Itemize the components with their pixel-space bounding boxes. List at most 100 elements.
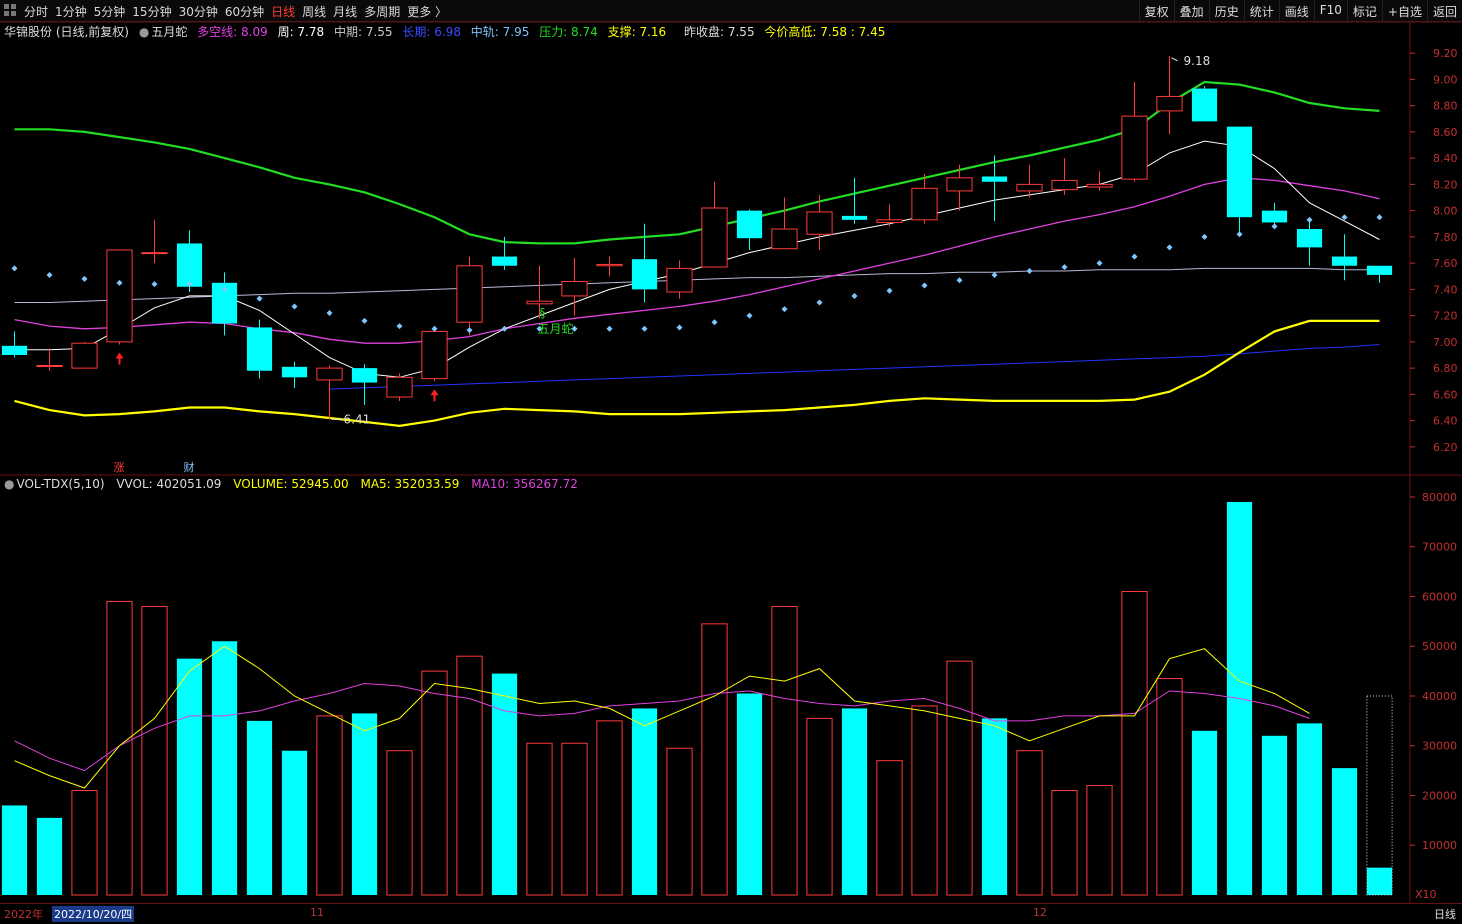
volume-bar: [141, 605, 168, 896]
price-tick-label: 6.60: [1433, 388, 1458, 401]
mark-cai-icon: 财: [184, 460, 195, 474]
price-tick-label: 6.80: [1433, 362, 1458, 375]
volume-bar: [596, 720, 623, 896]
volume-bar: [666, 747, 693, 896]
volume-tick-label: 10000: [1422, 839, 1457, 852]
volume-indicator-name[interactable]: VOL-TDX(5,10): [16, 477, 104, 491]
buy-arrow-icon: [115, 352, 124, 365]
volume-value: VOLUME: 52945.00: [233, 477, 349, 491]
volume-bar: [806, 717, 833, 896]
candle: [246, 319, 273, 379]
indicator-name[interactable]: 五月蛇: [151, 25, 187, 39]
volume-tick-label: 70000: [1422, 541, 1457, 554]
high-pointer: [1171, 57, 1178, 62]
volume-bar: [106, 600, 133, 896]
volume-bar: [1261, 735, 1288, 895]
signal-dot: [1131, 253, 1138, 260]
candle: [36, 348, 63, 371]
signal-dot: [1306, 216, 1313, 223]
candle-body: [981, 176, 1008, 182]
candle: [841, 177, 868, 224]
price-tick-label: 8.60: [1433, 126, 1458, 139]
week-ma-line: [14, 140, 1380, 378]
candle: [1, 331, 28, 358]
candle-body: [876, 219, 903, 223]
signal-dot: [1236, 231, 1243, 238]
candle-body: [1261, 210, 1288, 223]
candle-body: [36, 365, 63, 367]
candle-body: [771, 228, 798, 250]
volume-ma5-line: [14, 645, 1310, 789]
candle: [1331, 234, 1358, 281]
candle-body: [421, 330, 448, 380]
volume-bar: [946, 660, 973, 896]
candle: [1121, 82, 1148, 182]
price-tick-label: 9.20: [1433, 47, 1458, 60]
volume-bar: [701, 623, 728, 896]
candle: [876, 204, 903, 227]
prev-close-value: 昨收盘: 7.55: [684, 25, 755, 39]
volume-tick-label: 20000: [1422, 789, 1457, 802]
volume-bar: [841, 708, 868, 895]
candle: [736, 209, 763, 250]
indicator-toggle-icon[interactable]: ●: [139, 25, 149, 39]
signal-dot: [151, 281, 158, 288]
stock-title: 华锦股份 (日线,前复权): [4, 25, 129, 39]
signal-dot: [431, 325, 438, 332]
volume-bar: [71, 790, 98, 896]
year-label: 2022年: [4, 908, 43, 921]
price-tick-label: 6.40: [1433, 415, 1458, 428]
candle: [1086, 171, 1113, 191]
candle: [141, 219, 168, 264]
candle-body: [1121, 115, 1148, 180]
low-price-label: 6.41: [344, 412, 371, 426]
zhicheng-value: 支撑: 7.16: [607, 25, 667, 39]
price-tick-label: 8.00: [1433, 205, 1458, 218]
signal-dot: [886, 287, 893, 294]
signal-dot: [711, 319, 718, 326]
volume-tick-label: 40000: [1422, 690, 1457, 703]
candle-body: [141, 252, 168, 255]
price-tick-label: 7.80: [1433, 231, 1458, 244]
volume-ma10-line: [14, 682, 1310, 772]
volume-bar: [1331, 768, 1358, 895]
candle-body: [106, 249, 133, 343]
signal-dot: [991, 271, 998, 278]
signal-dot: [326, 310, 333, 316]
volume-bar: [456, 655, 483, 896]
stock-chart[interactable]: 9.20 9.00 8.80 8.60 8.40 8.20 8.00 7.80 7.60 7.40…: [0, 0, 1462, 923]
candle-body: [631, 259, 658, 290]
volume-bar: [351, 713, 378, 895]
changqi-line: [329, 344, 1380, 390]
candle: [771, 197, 798, 250]
volume-bar: [1051, 790, 1078, 896]
signal-dot: [291, 303, 298, 310]
changqi-value: 长期: 6.98: [402, 25, 461, 39]
candle: [1156, 55, 1183, 135]
candle-body: [561, 281, 588, 297]
volume-toggle-icon[interactable]: ●: [4, 477, 14, 491]
candle: [71, 341, 98, 369]
volume-bar: [771, 605, 798, 896]
period-label[interactable]: 日线: [1434, 906, 1456, 922]
zhonggui-value: 中轨: 7.95: [470, 25, 530, 39]
candle-body: [1296, 229, 1323, 248]
candle: [1226, 126, 1253, 237]
candle-body: [1051, 179, 1078, 191]
ma10-value: MA10: 356267.72: [471, 477, 578, 491]
volume-bar: [1, 805, 28, 895]
price-tick-label: 7.60: [1433, 257, 1458, 270]
volume-tick-label: 30000: [1422, 740, 1457, 753]
candle: [1191, 85, 1218, 122]
volume-bar: [491, 673, 518, 895]
candle-body: [701, 207, 728, 268]
signal-dot: [1341, 214, 1348, 221]
candle: [1051, 158, 1078, 195]
volume-bar: [421, 670, 448, 896]
price-tick-label: 7.00: [1433, 336, 1458, 349]
candle-body: [386, 376, 413, 398]
candle-body: [316, 367, 343, 381]
signal-dot: [606, 325, 613, 332]
volume-bar: [526, 742, 553, 896]
candle-body: [666, 267, 693, 293]
